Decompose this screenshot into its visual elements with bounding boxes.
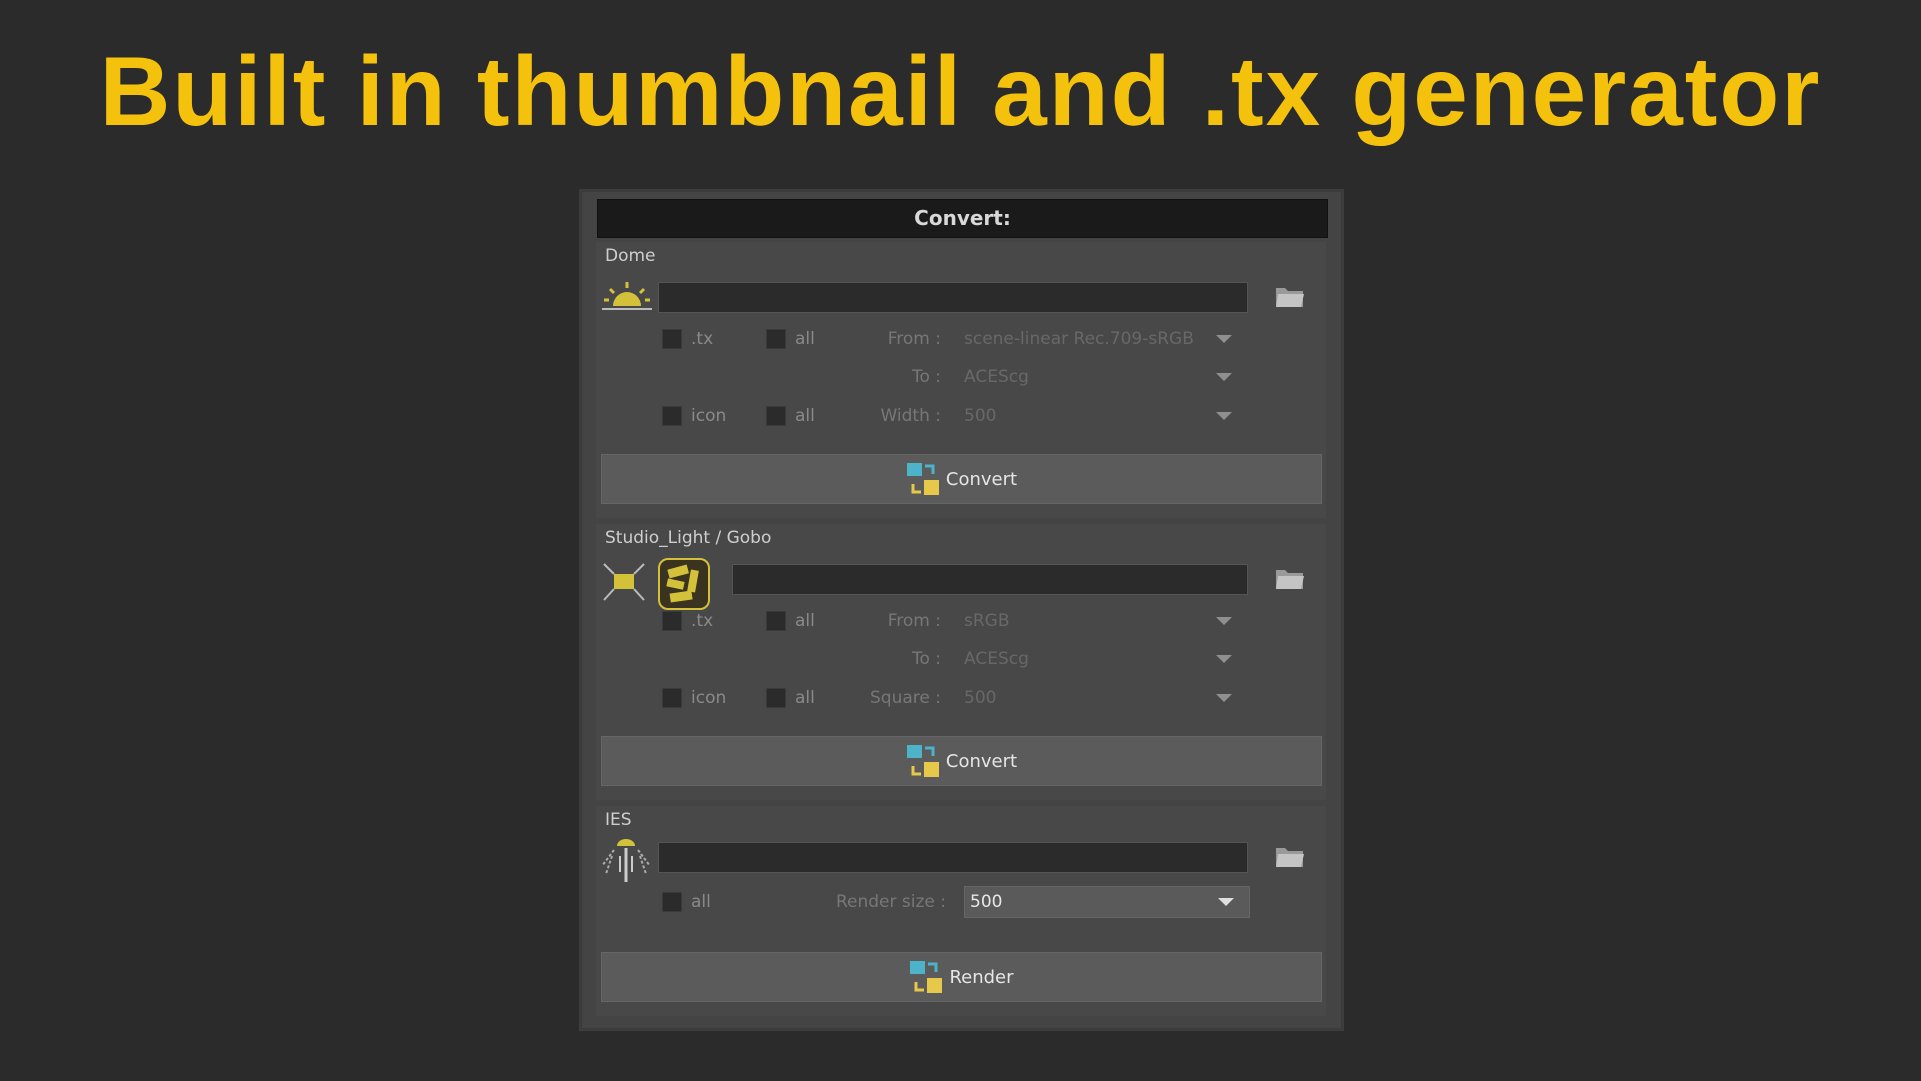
- ies-all-checkbox[interactable]: [662, 892, 682, 912]
- ies-all-label: all: [691, 892, 711, 912]
- ies-render-label: Render: [949, 966, 1014, 988]
- dome-to-dropdown-arrow[interactable]: [1216, 373, 1232, 381]
- studio-square-label: Square :: [870, 688, 941, 708]
- ies-folder-icon[interactable]: [1274, 843, 1306, 869]
- dome-tx-label: .tx: [691, 329, 714, 349]
- convert-icon: [906, 463, 939, 495]
- dome-width-dropdown[interactable]: 500: [964, 406, 996, 426]
- dome-section-label: Dome: [605, 246, 656, 266]
- dome-tx-checkbox[interactable]: [662, 329, 682, 349]
- studio-tx-label: .tx: [691, 611, 714, 631]
- ies-path-input[interactable]: [658, 842, 1248, 873]
- ies-render-button[interactable]: Render: [601, 952, 1322, 1002]
- dome-from-label: From :: [887, 329, 941, 349]
- dome-icon-all-checkbox[interactable]: [766, 406, 786, 426]
- ies-render-size-dropdown[interactable]: 500: [964, 886, 1250, 918]
- dome-convert-button[interactable]: Convert: [601, 454, 1322, 504]
- convert-icon: [906, 745, 939, 777]
- convert-icon: [910, 961, 943, 993]
- dome-tx-all-label: all: [795, 329, 815, 349]
- studio-from-label: From :: [887, 611, 941, 631]
- studio-icon-all-checkbox[interactable]: [766, 688, 786, 708]
- dome-folder-icon[interactable]: [1274, 283, 1306, 309]
- studio-convert-button[interactable]: Convert: [601, 736, 1322, 786]
- dome-to-dropdown[interactable]: ACEScg: [964, 367, 1029, 387]
- dome-icon-label: icon: [691, 406, 727, 426]
- studio-square-dropdown-arrow[interactable]: [1216, 694, 1232, 702]
- area-light-icon: [603, 563, 645, 601]
- ies-section: IES all Render size : 500 Render: [596, 806, 1326, 1016]
- studio-path-input[interactable]: [732, 564, 1248, 595]
- dome-to-label: To :: [911, 367, 941, 387]
- studio-tx-all-label: all: [795, 611, 815, 631]
- dome-from-dropdown[interactable]: scene-linear Rec.709-sRGB: [964, 329, 1194, 349]
- studio-to-label: To :: [911, 649, 941, 669]
- ies-render-size-dropdown-arrow[interactable]: [1218, 898, 1234, 906]
- dome-width-dropdown-arrow[interactable]: [1216, 412, 1232, 420]
- studio-convert-label: Convert: [945, 750, 1018, 772]
- dome-light-icon: [602, 282, 652, 310]
- studio-icon-all-label: all: [795, 688, 815, 708]
- ies-section-label: IES: [605, 810, 632, 830]
- studio-tx-checkbox[interactable]: [662, 611, 682, 631]
- dome-convert-label: Convert: [945, 468, 1018, 490]
- dome-width-label: Width :: [880, 406, 941, 426]
- dome-icon-checkbox[interactable]: [662, 406, 682, 426]
- studio-to-dropdown-arrow[interactable]: [1216, 655, 1232, 663]
- studio-from-dropdown-arrow[interactable]: [1216, 617, 1232, 625]
- headline: Built in thumbnail and .tx generator: [99, 36, 1822, 146]
- dome-section: Dome .tx all From : scene-linear Rec.709…: [596, 242, 1326, 518]
- dome-tx-all-checkbox[interactable]: [766, 329, 786, 349]
- studio-tx-all-checkbox[interactable]: [766, 611, 786, 631]
- ies-light-icon: [601, 839, 651, 882]
- studio-square-dropdown[interactable]: 500: [964, 688, 996, 708]
- gobo-icon[interactable]: [658, 558, 710, 610]
- convert-panel: Convert: Dome .tx all From : scene-linea…: [581, 191, 1342, 1029]
- studio-section: Studio_Light / Gobo .tx all From : sRGB: [596, 524, 1326, 800]
- studio-folder-icon[interactable]: [1274, 565, 1306, 591]
- studio-to-dropdown[interactable]: ACEScg: [964, 649, 1029, 669]
- studio-icon-checkbox[interactable]: [662, 688, 682, 708]
- studio-icon-label: icon: [691, 688, 727, 708]
- ies-render-size-label: Render size :: [835, 892, 946, 912]
- dome-icon-all-label: all: [795, 406, 815, 426]
- studio-section-label: Studio_Light / Gobo: [605, 528, 772, 548]
- ies-render-size-value: 500: [970, 892, 1003, 912]
- panel-title: Convert:: [597, 199, 1328, 238]
- studio-from-dropdown[interactable]: sRGB: [964, 611, 1010, 631]
- dome-path-input[interactable]: [658, 282, 1248, 313]
- dome-from-dropdown-arrow[interactable]: [1216, 335, 1232, 343]
